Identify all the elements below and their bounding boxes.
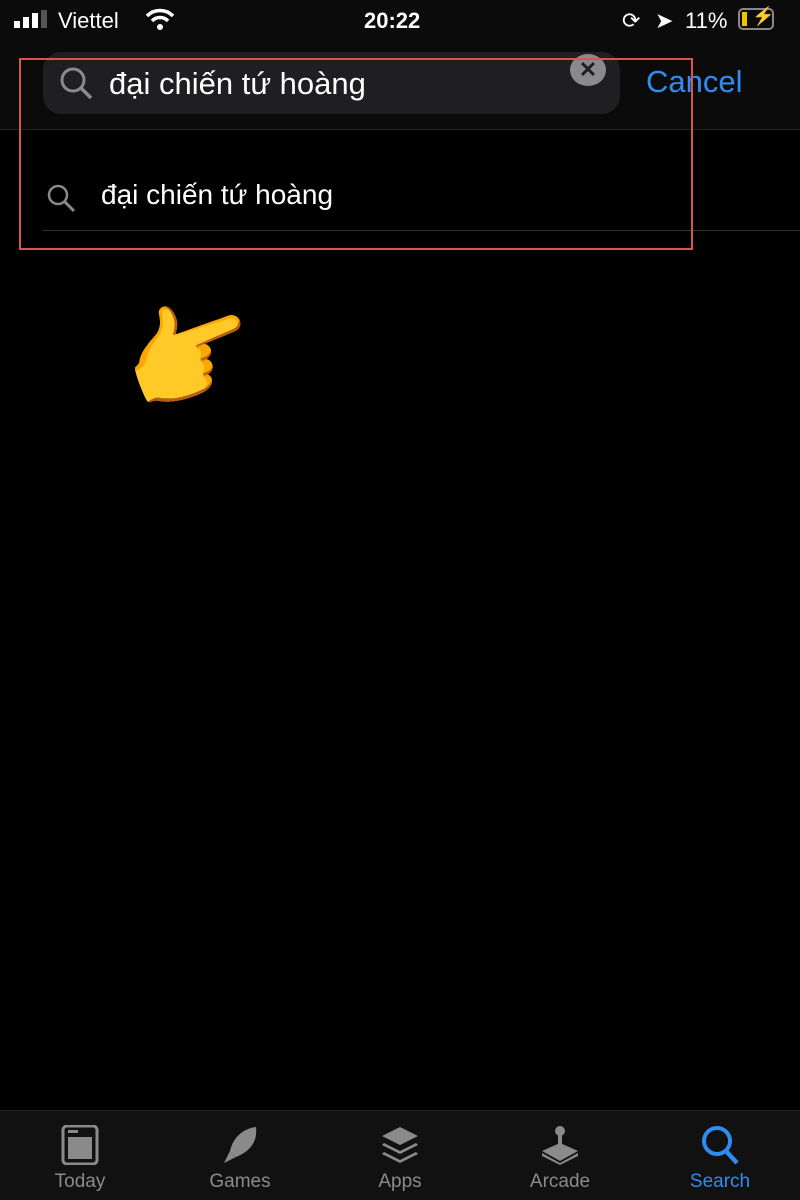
layers-icon: [382, 1127, 418, 1163]
tab-label: Apps: [378, 1171, 422, 1192]
search-icon: [702, 1126, 739, 1165]
status-bar: Viettel 20:22 ⟳ ➤ 11% ⚡: [0, 0, 800, 40]
pointing-hand-icon: 👉: [103, 273, 274, 436]
tab-label: Search: [689, 1171, 751, 1192]
carrier: Viettel: [58, 8, 119, 33]
highlight-box: [19, 58, 693, 250]
tab-label: Today: [54, 1171, 106, 1192]
rotation-lock-icon: ⟳: [622, 8, 641, 33]
signal-icon: [14, 10, 47, 28]
tab-games[interactable]: Games: [160, 1111, 320, 1200]
tab-search[interactable]: Search: [640, 1111, 800, 1200]
battery-icon: ⚡: [738, 6, 774, 30]
tab-label: Games: [209, 1171, 271, 1192]
tab-bar: Today Games Apps Arcade Search: [0, 1110, 800, 1200]
tab-arcade[interactable]: Arcade: [480, 1111, 640, 1200]
rocket-icon: [224, 1127, 257, 1163]
tab-label: Arcade: [529, 1171, 591, 1192]
clock: 20:22: [364, 8, 421, 33]
battery-percent: 11%: [685, 8, 728, 33]
tab-apps[interactable]: Apps: [320, 1111, 480, 1200]
tab-today[interactable]: Today: [0, 1111, 160, 1200]
today-icon: [61, 1125, 99, 1165]
wifi-icon: [145, 8, 175, 30]
location-icon: ➤: [655, 8, 674, 33]
joystick-icon: [542, 1126, 578, 1165]
